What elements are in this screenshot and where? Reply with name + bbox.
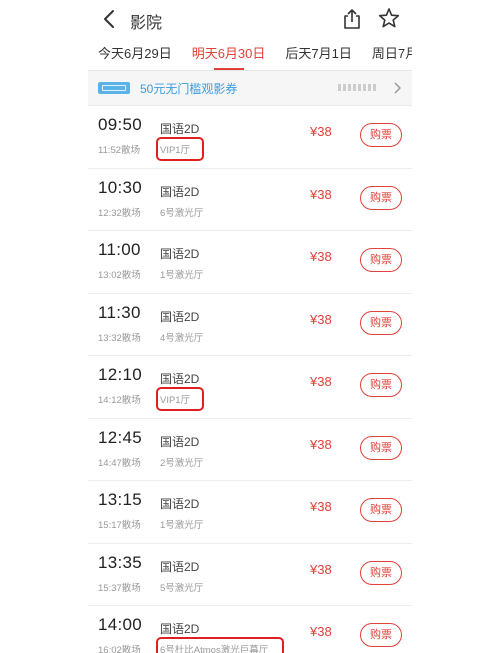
- showtime-language: 国语2D: [160, 559, 200, 574]
- showtime-hall: 6号激光厅: [160, 207, 204, 219]
- showtime-price: ¥38: [310, 561, 332, 577]
- hall-annotation-circle: [156, 137, 204, 161]
- showtime-hall: 1号激光厅: [160, 520, 204, 531]
- ticket-icon: [98, 82, 130, 94]
- buy-ticket-button[interactable]: 购票: [360, 498, 402, 522]
- tab-sunday[interactable]: 周日7月2: [362, 38, 412, 70]
- showtime-start: 13:35: [98, 552, 143, 572]
- showtime-start: 12:45: [98, 427, 143, 447]
- hall-annotation-circle: [156, 387, 204, 411]
- showtime-row[interactable]: 12:45 14:47散场 国语2D 2号激光厅 ¥38 购票: [88, 419, 412, 481]
- showtime-price: ¥38: [310, 499, 332, 514]
- showtime-start: 13:15: [98, 490, 143, 509]
- showtime-language: 国语2D: [160, 434, 200, 449]
- buy-ticket-button[interactable]: 购票: [360, 310, 402, 335]
- showtime-start: 10:30: [98, 177, 143, 197]
- page-title: 影院: [130, 15, 163, 32]
- showtime-language: 国语2D: [160, 497, 200, 511]
- showtime-price: ¥38: [310, 124, 332, 139]
- app-screen: 影院 今天6月29日 明天6月30日 后天7月1日 周日7月2 50元无门槛观影…: [88, 0, 412, 653]
- showtime-hall: 2号激光厅: [160, 457, 204, 469]
- showtime-language: 国语2D: [160, 247, 200, 261]
- share-icon[interactable]: [342, 8, 362, 30]
- hall-annotation-circle: [156, 637, 284, 653]
- showtime-language: 国语2D: [160, 184, 200, 199]
- top-bar: 影院: [88, 0, 412, 38]
- tab-today[interactable]: 今天6月29日: [88, 38, 182, 70]
- showtime-price: ¥38: [310, 249, 332, 264]
- showtime-price: ¥38: [310, 436, 332, 452]
- tab-day-after[interactable]: 后天7月1日: [275, 38, 361, 70]
- showtime-language: 国语2D: [160, 309, 200, 324]
- star-icon[interactable]: [378, 7, 400, 29]
- showtime-row[interactable]: 10:30 12:32散场 国语2D 6号激光厅 ¥38 购票: [88, 169, 412, 231]
- showtime-row[interactable]: 13:15 15:17散场 国语2D 1号激光厅 ¥38 购票: [88, 481, 412, 544]
- showtime-hall: 4号激光厅: [160, 332, 204, 344]
- showtime-row[interactable]: 13:35 15:37散场 国语2D 5号激光厅 ¥38 购票: [88, 544, 412, 606]
- buy-ticket-button[interactable]: 购票: [360, 373, 402, 397]
- showtime-end: 12:32散场: [98, 207, 141, 219]
- showtime-price: ¥38: [310, 311, 332, 327]
- showtime-language: 国语2D: [160, 622, 200, 636]
- promo-text: 50元无门槛观影券: [140, 82, 238, 96]
- showtime-list: 09:50 11:52散场 国语2D VIP1厅 ¥38 购票 10:30 12…: [88, 106, 412, 653]
- promo-banner[interactable]: 50元无门槛观影券: [88, 71, 412, 106]
- showtime-end: 14:12散场: [98, 395, 141, 406]
- buy-ticket-button[interactable]: 购票: [360, 623, 402, 647]
- tab-tomorrow[interactable]: 明天6月30日: [182, 38, 276, 70]
- date-tabs: 今天6月29日 明天6月30日 后天7月1日 周日7月2: [88, 38, 412, 71]
- showtime-start: 11:30: [98, 302, 141, 322]
- chevron-right-icon: [394, 82, 401, 94]
- showtime-start: 12:10: [98, 365, 143, 384]
- promo-obscured-text: [338, 84, 378, 91]
- buy-ticket-button[interactable]: 购票: [360, 248, 402, 272]
- showtime-row[interactable]: 11:00 13:02散场 国语2D 1号激光厅 ¥38 购票: [88, 231, 412, 294]
- showtime-row[interactable]: 12:10 14:12散场 国语2D VIP1厅 ¥38 购票: [88, 356, 412, 419]
- showtime-end: 15:17散场: [98, 520, 141, 531]
- showtime-language: 国语2D: [160, 122, 200, 136]
- showtime-start: 11:00: [98, 240, 141, 259]
- showtime-end: 14:47散场: [98, 457, 141, 469]
- showtime-start: 09:50: [98, 115, 143, 134]
- showtime-start: 14:00: [98, 615, 143, 634]
- buy-ticket-button[interactable]: 购票: [360, 185, 402, 210]
- buy-ticket-button[interactable]: 购票: [360, 435, 402, 460]
- showtime-price: ¥38: [310, 374, 332, 389]
- showtime-row[interactable]: 09:50 11:52散场 国语2D VIP1厅 ¥38 购票: [88, 106, 412, 169]
- showtime-end: 16:02散场: [98, 645, 141, 653]
- showtime-end: 13:02散场: [98, 270, 141, 281]
- showtime-hall: 5号激光厅: [160, 582, 204, 594]
- showtime-end: 15:37散场: [98, 582, 141, 594]
- showtime-price: ¥38: [310, 186, 332, 202]
- chevron-left-icon[interactable]: [100, 8, 120, 30]
- showtime-end: 11:52散场: [98, 145, 141, 156]
- buy-ticket-button[interactable]: 购票: [360, 123, 402, 147]
- showtime-end: 13:32散场: [98, 332, 141, 344]
- buy-ticket-button[interactable]: 购票: [360, 560, 402, 585]
- showtime-language: 国语2D: [160, 372, 200, 386]
- showtime-price: ¥38: [310, 624, 332, 639]
- showtime-row[interactable]: 11:30 13:32散场 国语2D 4号激光厅 ¥38 购票: [88, 294, 412, 356]
- showtime-hall: 1号激光厅: [160, 270, 204, 281]
- showtime-row[interactable]: 14:00 16:02散场 国语2D 6号杜比Atmos激光巨幕厅 ¥38 购票: [88, 606, 412, 653]
